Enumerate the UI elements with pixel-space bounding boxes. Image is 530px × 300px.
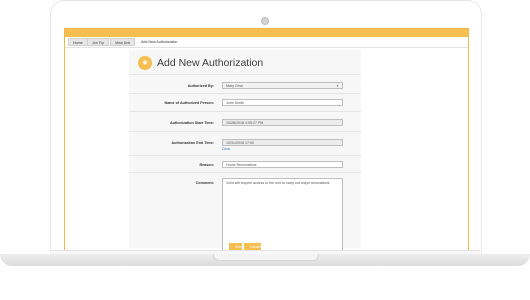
clear-link[interactable]: Clear — [222, 147, 230, 151]
top-bar — [65, 29, 468, 37]
authorized-by-value: Mary Gina — [226, 84, 243, 88]
end-time-field[interactable]: 10/31/2018 17:00 — [222, 139, 343, 146]
comment-textarea[interactable]: John will require access to the unit to … — [222, 178, 343, 250]
divider — [129, 111, 361, 112]
divider — [129, 74, 361, 75]
page-title: Add New Authorization — [157, 57, 264, 69]
authorization-form-panel: ◉ Add New Authorization Authorized By: M… — [129, 50, 361, 250]
app-window: Home Jon Fry View Unit Add New Authoriza… — [64, 28, 469, 251]
cancel-button[interactable]: Cancel — [244, 243, 261, 250]
breadcrumb-view-unit[interactable]: View Unit — [110, 38, 136, 46]
chevron-down-icon: ▼ — [336, 84, 339, 88]
reason-label: Reason: — [199, 163, 214, 167]
breadcrumb-jon-fry[interactable]: Jon Fry — [87, 38, 109, 46]
breadcrumb-home[interactable]: Home — [68, 38, 88, 46]
start-time-label: Authorization Start Time: — [170, 121, 214, 125]
name-label: Name of Authorized Person: — [164, 101, 214, 105]
key-icon: ◉ — [138, 56, 152, 70]
webcam-icon — [261, 17, 269, 25]
name-input[interactable]: John Smith — [222, 99, 343, 106]
end-time-label: Authorization End Time: — [171, 141, 214, 145]
reason-input[interactable]: Home Renovations — [222, 161, 343, 168]
breadcrumb-current: Add New Authorization — [141, 40, 178, 44]
authorized-by-label: Authorized By: — [187, 84, 214, 88]
start-time-field: 10/28/2018 4:05:27 PM — [222, 119, 343, 126]
divider — [129, 131, 361, 132]
authorized-by-select[interactable]: Mary Gina ▼ — [222, 82, 343, 89]
laptop-notch — [213, 254, 319, 261]
comment-label: Comment: — [195, 181, 214, 185]
divider — [129, 93, 361, 94]
divider — [129, 172, 361, 173]
save-button[interactable]: Save — [229, 243, 243, 250]
divider — [129, 155, 361, 156]
